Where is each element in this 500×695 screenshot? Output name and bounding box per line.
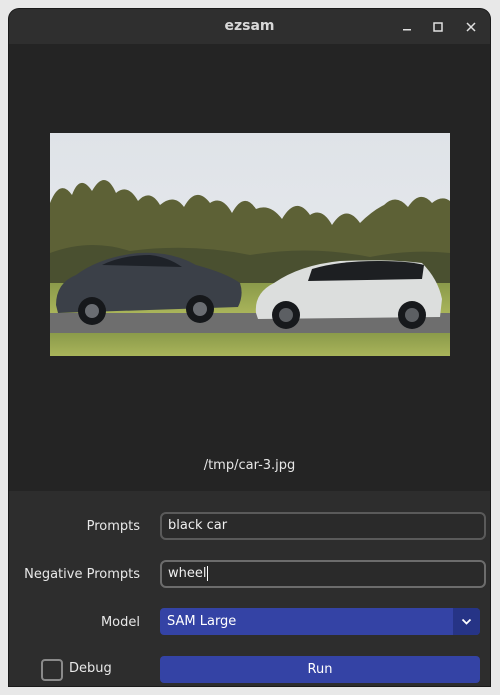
prompts-input[interactable]: black car <box>160 512 486 540</box>
chevron-down-icon <box>461 618 472 625</box>
negative-prompts-input[interactable]: wheel <box>160 560 486 588</box>
negative-prompts-input-value: wheel <box>168 566 207 581</box>
prompts-label: Prompts <box>86 519 140 534</box>
image-preview-area: /tmp/car-3.jpg <box>9 44 490 491</box>
close-button[interactable] <box>460 16 482 38</box>
model-select-value: SAM Large <box>167 614 237 629</box>
app-window: ezsam /tmp/car-3.jpg Prompts black car N… <box>9 9 490 686</box>
model-label: Model <box>100 615 140 630</box>
minimize-button[interactable] <box>396 16 418 38</box>
preview-image <box>50 133 450 356</box>
photo-of-two-cars-icon <box>50 133 450 356</box>
run-button[interactable]: Run <box>160 656 480 683</box>
model-dropdown-button[interactable] <box>453 608 480 635</box>
negative-prompts-label: Negative Prompts <box>24 567 140 582</box>
debug-label[interactable]: Debug <box>69 661 112 676</box>
controls-panel: Prompts black car Negative Prompts wheel… <box>9 491 490 686</box>
minimize-icon <box>403 29 411 31</box>
close-icon <box>466 22 476 32</box>
titlebar[interactable]: ezsam <box>9 9 490 44</box>
prompts-input-value: black car <box>168 518 228 533</box>
image-path-label: /tmp/car-3.jpg <box>203 458 296 473</box>
model-select[interactable]: SAM Large <box>160 608 480 635</box>
debug-checkbox[interactable] <box>41 659 63 681</box>
maximize-icon <box>433 22 443 32</box>
text-caret <box>207 566 209 581</box>
maximize-button[interactable] <box>427 16 449 38</box>
